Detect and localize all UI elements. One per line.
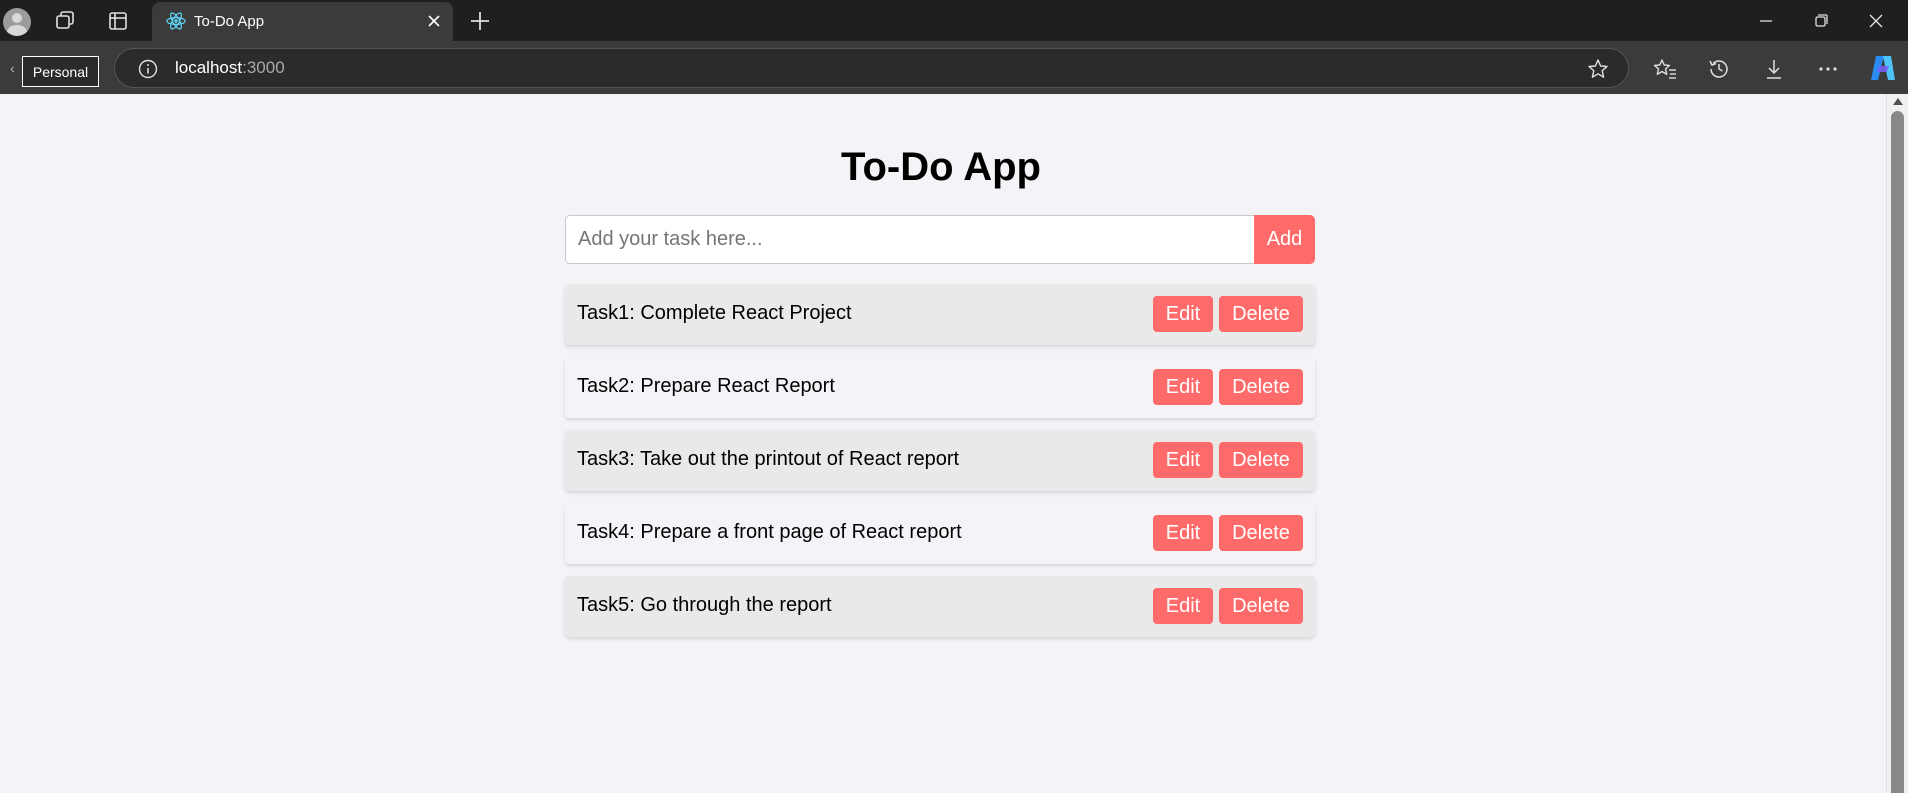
close-icon[interactable] — [423, 10, 445, 32]
vertical-scrollbar[interactable] — [1886, 94, 1908, 793]
edit-task-button[interactable]: Edit — [1153, 296, 1213, 332]
favorites-icon[interactable] — [1651, 55, 1679, 83]
task-item: Task4: Prepare a front page of React rep… — [565, 503, 1315, 564]
tab-actions-icon[interactable] — [105, 8, 131, 34]
task-text: Task4: Prepare a front page of React rep… — [577, 521, 962, 543]
url-text[interactable]: localhost:3000 — [175, 58, 285, 78]
tab-title: To-Do App — [194, 13, 265, 30]
url-host: localhost — [175, 58, 243, 77]
window-close-icon[interactable] — [1863, 8, 1889, 34]
more-icon[interactable] — [1814, 55, 1842, 83]
task-input[interactable] — [565, 215, 1255, 264]
delete-task-button[interactable]: Delete — [1219, 296, 1303, 332]
task-item: Task2: Prepare React Report Edit Delete — [565, 357, 1315, 418]
restore-icon[interactable] — [1808, 8, 1834, 34]
task-text: Task1: Complete React Project — [577, 302, 852, 324]
plus-icon[interactable] — [467, 8, 493, 34]
history-icon[interactable] — [1705, 55, 1733, 83]
copilot-icon[interactable] — [1867, 52, 1899, 84]
edit-task-button[interactable]: Edit — [1153, 515, 1213, 551]
star-icon[interactable] — [1586, 57, 1610, 81]
profile-badge: Personal — [22, 56, 99, 87]
scroll-thumb[interactable] — [1891, 111, 1904, 793]
delete-task-button[interactable]: Delete — [1219, 369, 1303, 405]
task-text: Task2: Prepare React Report — [577, 375, 835, 397]
edit-task-button[interactable]: Edit — [1153, 588, 1213, 624]
workspaces-icon[interactable] — [52, 8, 78, 34]
react-icon — [166, 12, 186, 30]
download-icon[interactable] — [1760, 55, 1788, 83]
task-text: Task3: Take out the printout of React re… — [577, 448, 960, 470]
add-task-button[interactable]: Add — [1254, 215, 1315, 264]
url-port: :3000 — [242, 58, 285, 77]
edit-task-button[interactable]: Edit — [1153, 442, 1213, 478]
page-title: To-Do App — [841, 145, 1041, 189]
delete-task-button[interactable]: Delete — [1219, 515, 1303, 551]
tab-todo-app[interactable]: To-Do App — [152, 2, 453, 41]
profile-avatar-icon[interactable] — [3, 8, 31, 36]
task-item: Task3: Take out the printout of React re… — [565, 430, 1315, 491]
task-text: Task5: Go through the report — [577, 594, 832, 616]
back-icon[interactable]: ‹ — [10, 60, 15, 76]
delete-task-button[interactable]: Delete — [1219, 588, 1303, 624]
task-item: Task5: Go through the report Edit Delete — [565, 576, 1315, 637]
task-list: Task1: Complete React Project Edit Delet… — [565, 284, 1315, 649]
delete-task-button[interactable]: Delete — [1219, 442, 1303, 478]
info-icon[interactable] — [137, 58, 159, 80]
scroll-up-arrow-icon[interactable] — [1893, 98, 1903, 105]
browser-titlebar: To-Do App — [0, 0, 1908, 41]
minimize-icon[interactable] — [1753, 8, 1779, 34]
address-bar[interactable]: localhost:3000 — [114, 48, 1629, 88]
task-item: Task1: Complete React Project Edit Delet… — [565, 284, 1315, 345]
edit-task-button[interactable]: Edit — [1153, 369, 1213, 405]
